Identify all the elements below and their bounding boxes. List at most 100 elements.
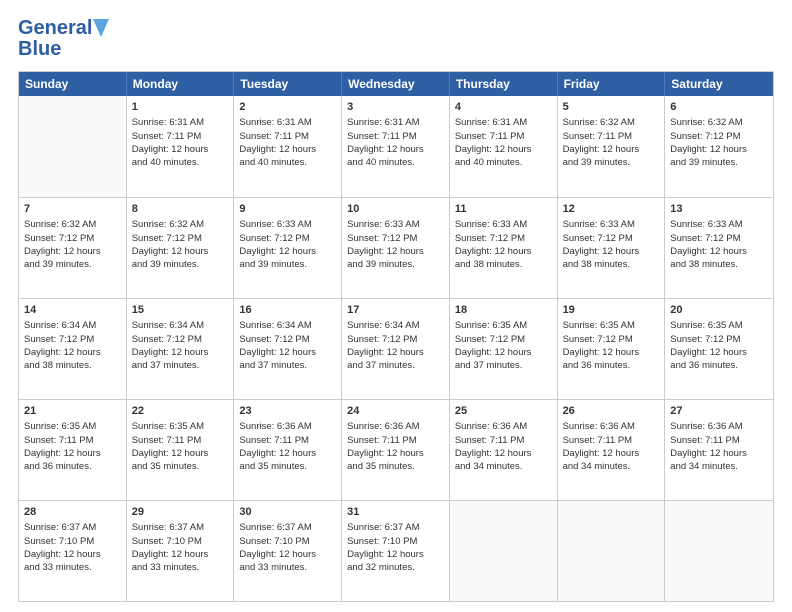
day-info: and 40 minutes. xyxy=(347,156,444,169)
day-info: and 34 minutes. xyxy=(670,460,768,473)
day-info: Daylight: 12 hours xyxy=(24,447,121,460)
day-number: 5 xyxy=(563,100,660,115)
calendar-row: 21Sunrise: 6:35 AMSunset: 7:11 PMDayligh… xyxy=(19,399,773,500)
day-info: Daylight: 12 hours xyxy=(24,548,121,561)
table-row: 27Sunrise: 6:36 AMSunset: 7:11 PMDayligh… xyxy=(665,400,773,500)
day-info: Sunset: 7:12 PM xyxy=(24,232,121,245)
table-row: 16Sunrise: 6:34 AMSunset: 7:12 PMDayligh… xyxy=(234,299,342,399)
header-tuesday: Tuesday xyxy=(234,72,342,96)
day-info: and 36 minutes. xyxy=(24,460,121,473)
day-info: Daylight: 12 hours xyxy=(670,143,768,156)
day-number: 28 xyxy=(24,505,121,520)
day-info: and 38 minutes. xyxy=(455,258,552,271)
day-info: Sunset: 7:12 PM xyxy=(132,232,229,245)
day-info: Sunset: 7:11 PM xyxy=(24,434,121,447)
day-info: and 33 minutes. xyxy=(132,561,229,574)
table-row: 17Sunrise: 6:34 AMSunset: 7:12 PMDayligh… xyxy=(342,299,450,399)
day-info: Sunset: 7:12 PM xyxy=(239,333,336,346)
table-row: 21Sunrise: 6:35 AMSunset: 7:11 PMDayligh… xyxy=(19,400,127,500)
day-info: Sunset: 7:11 PM xyxy=(132,434,229,447)
page: General Blue Sunday Monday Tuesday Wedne… xyxy=(0,0,792,612)
day-info: Sunrise: 6:33 AM xyxy=(455,218,552,231)
day-number: 27 xyxy=(670,404,768,419)
table-row: 14Sunrise: 6:34 AMSunset: 7:12 PMDayligh… xyxy=(19,299,127,399)
day-info: and 36 minutes. xyxy=(670,359,768,372)
day-info: Daylight: 12 hours xyxy=(132,447,229,460)
day-info: and 40 minutes. xyxy=(455,156,552,169)
day-info: Sunset: 7:11 PM xyxy=(670,434,768,447)
day-info: Daylight: 12 hours xyxy=(239,346,336,359)
day-info: and 39 minutes. xyxy=(132,258,229,271)
day-info: and 39 minutes. xyxy=(670,156,768,169)
day-info: Sunset: 7:10 PM xyxy=(24,535,121,548)
day-number: 17 xyxy=(347,303,444,318)
day-info: Daylight: 12 hours xyxy=(670,245,768,258)
day-info: Sunrise: 6:35 AM xyxy=(24,420,121,433)
day-info: and 35 minutes. xyxy=(347,460,444,473)
day-info: Daylight: 12 hours xyxy=(347,143,444,156)
table-row: 18Sunrise: 6:35 AMSunset: 7:12 PMDayligh… xyxy=(450,299,558,399)
table-row: 5Sunrise: 6:32 AMSunset: 7:11 PMDaylight… xyxy=(558,96,666,197)
day-info: Sunset: 7:10 PM xyxy=(239,535,336,548)
day-info: Daylight: 12 hours xyxy=(347,346,444,359)
day-info: Sunset: 7:12 PM xyxy=(347,232,444,245)
day-info: Sunrise: 6:33 AM xyxy=(563,218,660,231)
day-info: Sunset: 7:11 PM xyxy=(563,130,660,143)
day-info: Daylight: 12 hours xyxy=(24,245,121,258)
day-info: Sunrise: 6:36 AM xyxy=(455,420,552,433)
table-row: 23Sunrise: 6:36 AMSunset: 7:11 PMDayligh… xyxy=(234,400,342,500)
day-info: Daylight: 12 hours xyxy=(563,346,660,359)
day-info: Daylight: 12 hours xyxy=(347,447,444,460)
header: General Blue xyxy=(18,18,774,61)
day-info: and 37 minutes. xyxy=(239,359,336,372)
day-info: and 32 minutes. xyxy=(347,561,444,574)
table-row: 20Sunrise: 6:35 AMSunset: 7:12 PMDayligh… xyxy=(665,299,773,399)
day-info: Sunset: 7:11 PM xyxy=(455,434,552,447)
table-row: 25Sunrise: 6:36 AMSunset: 7:11 PMDayligh… xyxy=(450,400,558,500)
day-number: 12 xyxy=(563,202,660,217)
calendar: Sunday Monday Tuesday Wednesday Thursday… xyxy=(18,71,774,602)
day-info: Daylight: 12 hours xyxy=(239,548,336,561)
day-info: Sunrise: 6:34 AM xyxy=(347,319,444,332)
table-row: 15Sunrise: 6:34 AMSunset: 7:12 PMDayligh… xyxy=(127,299,235,399)
table-row: 9Sunrise: 6:33 AMSunset: 7:12 PMDaylight… xyxy=(234,198,342,298)
day-info: Sunrise: 6:31 AM xyxy=(132,116,229,129)
day-info: Sunset: 7:11 PM xyxy=(239,434,336,447)
day-number: 22 xyxy=(132,404,229,419)
day-info: and 38 minutes. xyxy=(563,258,660,271)
table-row: 8Sunrise: 6:32 AMSunset: 7:12 PMDaylight… xyxy=(127,198,235,298)
day-info: Sunset: 7:12 PM xyxy=(563,333,660,346)
day-number: 15 xyxy=(132,303,229,318)
day-info: Sunrise: 6:36 AM xyxy=(670,420,768,433)
day-info: Sunrise: 6:35 AM xyxy=(563,319,660,332)
table-row: 3Sunrise: 6:31 AMSunset: 7:11 PMDaylight… xyxy=(342,96,450,197)
table-row: 2Sunrise: 6:31 AMSunset: 7:11 PMDaylight… xyxy=(234,96,342,197)
logo: General Blue xyxy=(18,18,109,61)
day-number: 7 xyxy=(24,202,121,217)
day-info: Sunset: 7:12 PM xyxy=(455,333,552,346)
day-info: Sunset: 7:11 PM xyxy=(239,130,336,143)
table-row: 28Sunrise: 6:37 AMSunset: 7:10 PMDayligh… xyxy=(19,501,127,601)
day-info: Sunrise: 6:34 AM xyxy=(132,319,229,332)
table-row: 22Sunrise: 6:35 AMSunset: 7:11 PMDayligh… xyxy=(127,400,235,500)
day-number: 3 xyxy=(347,100,444,115)
day-info: and 36 minutes. xyxy=(563,359,660,372)
day-info: Sunset: 7:12 PM xyxy=(670,333,768,346)
day-info: and 37 minutes. xyxy=(347,359,444,372)
day-info: Daylight: 12 hours xyxy=(132,245,229,258)
day-number: 23 xyxy=(239,404,336,419)
day-info: and 35 minutes. xyxy=(239,460,336,473)
day-info: and 40 minutes. xyxy=(239,156,336,169)
day-number: 29 xyxy=(132,505,229,520)
day-info: Sunset: 7:10 PM xyxy=(132,535,229,548)
day-info: Sunrise: 6:32 AM xyxy=(24,218,121,231)
day-info: and 34 minutes. xyxy=(455,460,552,473)
day-info: Sunset: 7:12 PM xyxy=(455,232,552,245)
header-sunday: Sunday xyxy=(19,72,127,96)
table-row: 11Sunrise: 6:33 AMSunset: 7:12 PMDayligh… xyxy=(450,198,558,298)
day-info: Sunset: 7:11 PM xyxy=(563,434,660,447)
day-info: Daylight: 12 hours xyxy=(132,143,229,156)
day-info: Sunrise: 6:37 AM xyxy=(132,521,229,534)
day-info: Sunrise: 6:33 AM xyxy=(670,218,768,231)
day-info: and 38 minutes. xyxy=(670,258,768,271)
